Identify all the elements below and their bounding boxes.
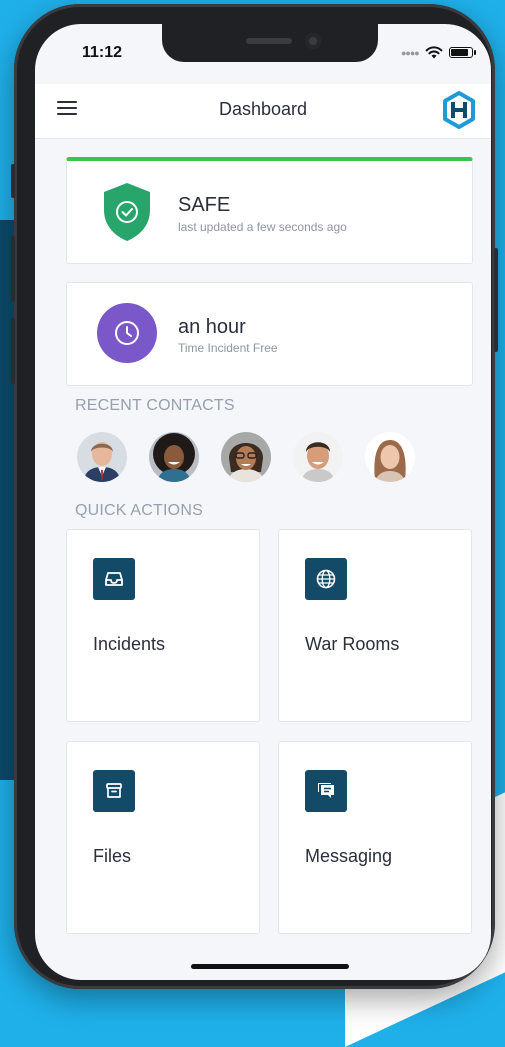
clock-icon xyxy=(97,303,157,363)
shield-check-icon xyxy=(104,183,150,241)
files-label: Files xyxy=(93,846,132,866)
status-card[interactable]: SAFE last updated a few seconds ago xyxy=(66,157,473,264)
chat-icon xyxy=(305,770,347,812)
battery-icon xyxy=(448,47,473,58)
globe-icon xyxy=(305,558,347,600)
app-screen: 11:12 ●●●● Dashboard SAFE last updated a… xyxy=(35,24,491,980)
device-notch xyxy=(162,24,378,62)
contact-avatar[interactable] xyxy=(77,432,127,482)
contact-avatar[interactable] xyxy=(365,432,415,482)
incidents-label: Incidents xyxy=(93,634,166,654)
page-title: Dashboard xyxy=(218,99,308,119)
status-text: SAFE xyxy=(178,194,231,216)
incident-free-card[interactable]: an hour Time Incident Free xyxy=(66,282,473,386)
files-action[interactable]: Files xyxy=(66,741,260,934)
recent-contacts-heading: RECENT CONTACTS xyxy=(75,397,235,414)
war-rooms-action[interactable]: War Rooms xyxy=(278,529,472,722)
app-header: Dashboard xyxy=(35,84,491,139)
messaging-label: Messaging xyxy=(305,846,393,866)
archive-icon xyxy=(93,770,135,812)
incident-free-duration: an hour xyxy=(178,316,246,338)
quick-actions-heading: QUICK ACTIONS xyxy=(75,502,203,519)
inbox-icon xyxy=(93,558,135,600)
war-rooms-label: War Rooms xyxy=(305,634,400,654)
contact-avatar[interactable] xyxy=(149,432,199,482)
status-updated-text: last updated a few seconds ago xyxy=(178,220,347,234)
signal-icon: ●●●● xyxy=(401,47,420,58)
phone-frame: 11:12 ●●●● Dashboard SAFE last updated a… xyxy=(11,4,498,989)
incident-free-caption: Time Incident Free xyxy=(178,341,278,355)
contact-avatar[interactable] xyxy=(293,432,343,482)
incidents-action[interactable]: Incidents xyxy=(66,529,260,722)
contact-avatar[interactable] xyxy=(221,432,271,482)
status-time: 11:12 xyxy=(82,44,123,61)
home-indicator[interactable] xyxy=(191,964,349,969)
status-icons: ●●●● xyxy=(401,46,476,59)
app-logo xyxy=(443,91,475,129)
wifi-icon xyxy=(425,46,443,59)
messaging-action[interactable]: Messaging xyxy=(278,741,472,934)
